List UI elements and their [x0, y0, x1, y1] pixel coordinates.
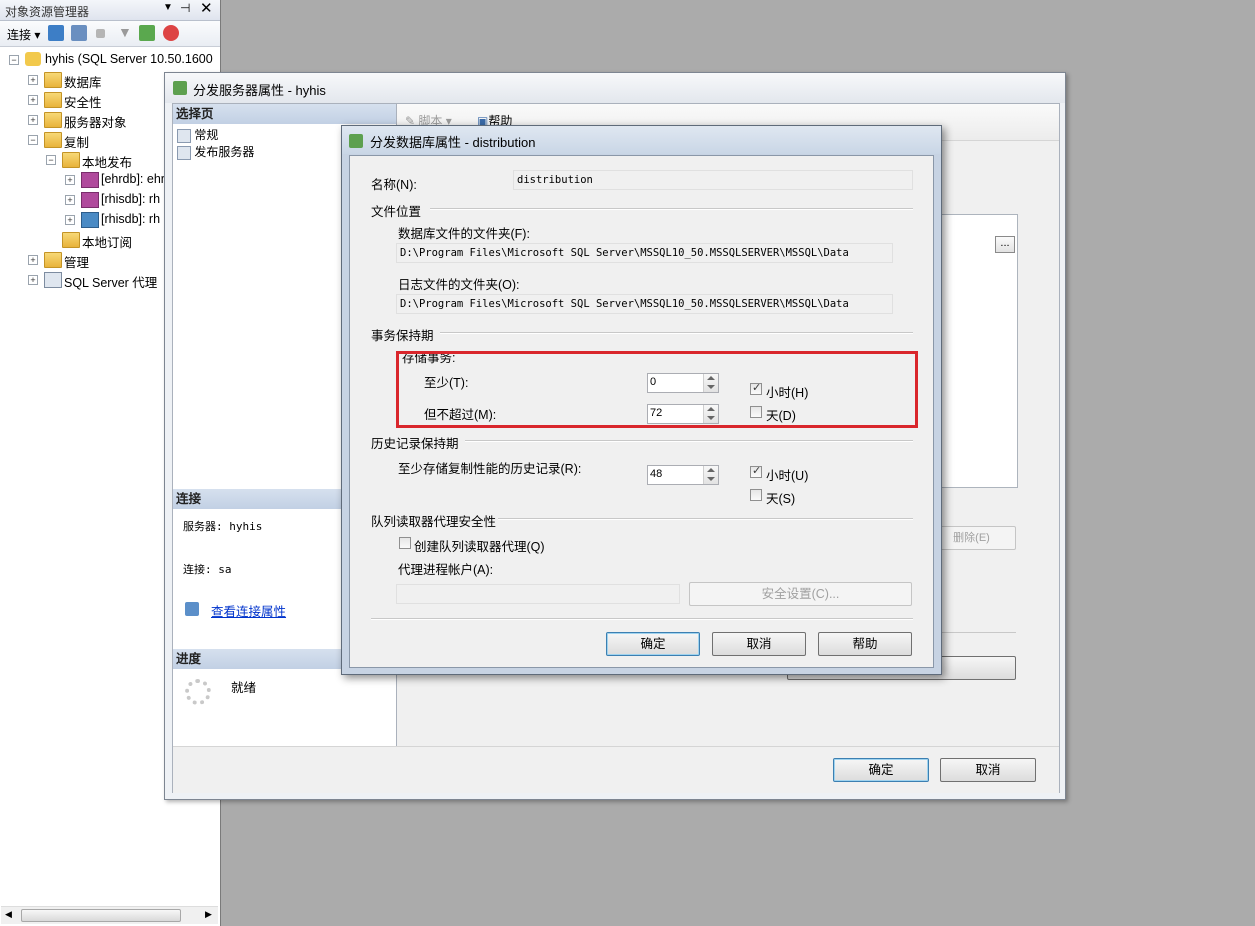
- ok-button[interactable]: 确定: [833, 758, 929, 782]
- distribution-db-properties-dialog: 分发数据库属性 - distribution 名称(N): distributi…: [341, 125, 942, 675]
- expand-icon[interactable]: +: [65, 215, 75, 225]
- publication-icon: [81, 172, 99, 188]
- expand-icon[interactable]: +: [28, 115, 38, 125]
- connect-db-icon[interactable]: [48, 25, 64, 41]
- history-group: 历史记录保持期: [371, 437, 459, 451]
- ok-button[interactable]: 确定: [606, 632, 700, 656]
- data-folder-label: 数据库文件的文件夹(F):: [398, 227, 530, 241]
- browse-button[interactable]: ...: [995, 236, 1015, 253]
- collapse-icon[interactable]: −: [28, 135, 38, 145]
- folder-icon: [62, 152, 80, 168]
- object-explorer-title: 对象资源管理器: [5, 5, 90, 19]
- server-icon: [25, 52, 41, 66]
- publication-icon: [81, 192, 99, 208]
- refresh-icon[interactable]: [139, 25, 155, 41]
- history-days-checkbox[interactable]: [750, 489, 762, 501]
- folder-icon: [44, 252, 62, 268]
- expand-icon[interactable]: +: [65, 195, 75, 205]
- page-icon: [177, 145, 191, 160]
- cancel-button[interactable]: 取消: [712, 632, 806, 656]
- agent-account-field[interactable]: [396, 584, 680, 604]
- scroll-left-icon[interactable]: ◀: [5, 909, 12, 920]
- pin-icon[interactable]: ⊣: [180, 1, 190, 15]
- log-folder-label: 日志文件的文件夹(O):: [398, 278, 520, 292]
- connection-label: 连接: sa: [183, 563, 232, 576]
- object-explorer-toolbar: 连接 ▾ ▼: [0, 21, 220, 47]
- stop-icon[interactable]: [96, 29, 105, 38]
- highlight-annotation: [396, 351, 918, 428]
- cancel-button[interactable]: 取消: [940, 758, 1036, 782]
- data-folder-field[interactable]: D:\Program Files\Microsoft SQL Server\MS…: [396, 243, 893, 263]
- connect-button[interactable]: 连接 ▾: [7, 26, 40, 43]
- expand-icon[interactable]: +: [65, 175, 75, 185]
- expand-icon[interactable]: +: [28, 75, 38, 85]
- progress-status: 就绪: [231, 681, 257, 695]
- collapse-icon[interactable]: −: [46, 155, 56, 165]
- create-queue-agent-checkbox[interactable]: [399, 537, 411, 549]
- agent-account-label: 代理进程帐户(A):: [398, 563, 494, 577]
- dropdown-icon[interactable]: ▼: [163, 2, 173, 13]
- filter-icon[interactable]: ▼: [118, 24, 132, 40]
- disconnect-icon[interactable]: [71, 25, 87, 41]
- history-hours-checkbox[interactable]: [750, 464, 762, 478]
- folder-icon: [44, 72, 62, 88]
- select-page-header: 选择页: [173, 104, 396, 124]
- create-queue-agent-label: 创建队列读取器代理(Q): [414, 540, 545, 554]
- dialog-icon: [349, 134, 363, 148]
- divider: [498, 518, 913, 520]
- dialog-content: 名称(N): distribution 文件位置 数据库文件的文件夹(F): D…: [349, 155, 934, 668]
- progress-spinner-icon: [185, 679, 211, 705]
- divider: [430, 208, 913, 210]
- history-label: 至少存储复制性能的历史记录(R):: [398, 462, 582, 476]
- publication-icon: [81, 212, 99, 228]
- expand-icon[interactable]: +: [28, 95, 38, 105]
- page-general[interactable]: 常规: [177, 126, 218, 143]
- file-location-group: 文件位置: [371, 205, 422, 219]
- activity-monitor-icon[interactable]: [163, 25, 179, 41]
- scrollbar-thumb[interactable]: [21, 909, 181, 922]
- folder-icon: [62, 232, 80, 248]
- queue-security-group: 队列读取器代理安全性: [371, 515, 497, 529]
- security-settings-button[interactable]: 安全设置(C)...: [689, 582, 912, 606]
- scroll-right-icon[interactable]: ▶: [205, 909, 212, 920]
- dialog-titlebar: 分发服务器属性 - hyhis: [165, 73, 1065, 103]
- divider: [371, 618, 913, 620]
- name-label: 名称(N):: [371, 178, 417, 192]
- divider: [440, 332, 913, 334]
- page-publishers[interactable]: 发布服务器: [177, 143, 254, 160]
- history-hours-label: 小时(U): [766, 469, 809, 483]
- history-days-label: 天(S): [766, 492, 796, 506]
- dialog-title: 分发数据库属性 - distribution: [370, 135, 536, 150]
- dialog-icon: [173, 81, 187, 95]
- expand-icon[interactable]: +: [28, 255, 38, 265]
- folder-icon: [44, 112, 62, 128]
- log-folder-field[interactable]: D:\Program Files\Microsoft SQL Server\MS…: [396, 294, 893, 314]
- folder-icon: [44, 92, 62, 108]
- dialog-titlebar: 分发数据库属性 - distribution: [342, 126, 941, 154]
- spin-arrows-icon[interactable]: [703, 466, 718, 484]
- divider: [465, 440, 913, 442]
- connection-properties-icon: [185, 602, 199, 616]
- agent-icon: [44, 272, 62, 288]
- history-stepper[interactable]: 48: [647, 465, 719, 485]
- close-icon[interactable]: ✕: [200, 0, 213, 17]
- server-label: 服务器: hyhis: [183, 520, 263, 533]
- dialog-title: 分发服务器属性 - hyhis: [193, 83, 326, 98]
- folder-icon: [44, 132, 62, 148]
- view-connection-properties-link[interactable]: 查看连接属性: [211, 601, 286, 620]
- page-icon: [177, 128, 191, 143]
- horizontal-scrollbar[interactable]: ◀ ▶: [1, 906, 218, 924]
- expand-icon[interactable]: +: [28, 275, 38, 285]
- help-button[interactable]: 帮助: [818, 632, 912, 656]
- name-field[interactable]: distribution: [513, 170, 913, 190]
- object-explorer-titlebar: 对象资源管理器 ▼ ⊣ ✕: [0, 0, 220, 21]
- collapse-icon[interactable]: −: [9, 55, 19, 65]
- txn-retention-group: 事务保持期: [371, 329, 434, 343]
